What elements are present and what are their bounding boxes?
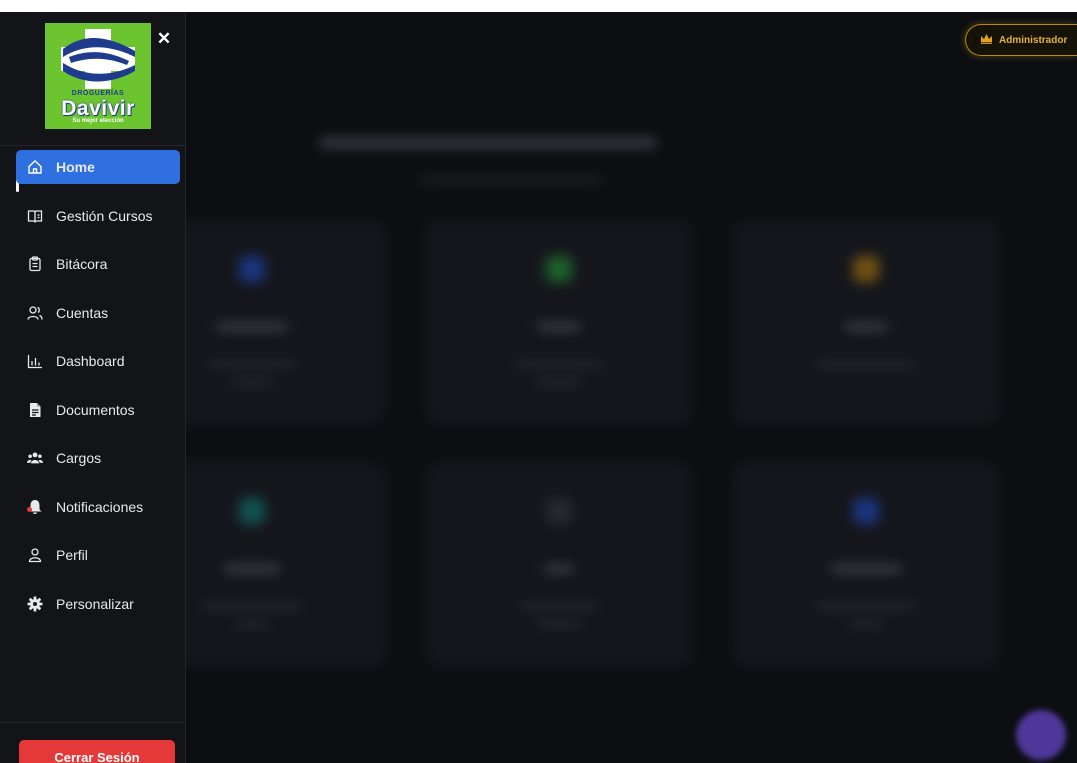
role-badge-label: Administrador xyxy=(999,34,1068,46)
sidebar-item-notificaciones[interactable]: Notificaciones xyxy=(16,490,180,524)
gear-icon xyxy=(27,596,43,612)
sidebar-item-label: Documentos xyxy=(56,401,135,418)
sidebar-item-label: Notificaciones xyxy=(56,498,144,515)
clipboard-icon xyxy=(27,256,43,272)
sidebar-item-documentos[interactable]: Documentos xyxy=(16,393,180,427)
sidebar-item-label: Perfil xyxy=(56,547,88,563)
sidebar-item-bitacora[interactable]: Bitácora xyxy=(16,247,180,281)
sidebar-item-label: Home xyxy=(56,159,95,175)
sidebar-item-gestion-cursos[interactable]: Gestión Cursos xyxy=(16,199,180,233)
module-card: ▬▬▬ ▬▬▬▬▬▬▬▬▬ xyxy=(732,220,1000,425)
sidebar: DROGUERÍAS Davivir Su mejor elección ✕ H… xyxy=(0,12,186,763)
card-desc-blurred: ▬▬▬▬▬▬▬▬▬▬▬▬ xyxy=(816,599,916,629)
card-desc-blurred: ▬▬▬▬▬▬▬▬▬ xyxy=(816,357,916,369)
logo-area: DROGUERÍAS Davivir Su mejor elección ✕ xyxy=(0,12,186,146)
welcome-heading-blurred: ▬▬▬▬▬▬▬▬▬▬▬▬ xyxy=(320,122,656,153)
sidebar-item-label: Gestión Cursos xyxy=(56,207,153,224)
app-screen: ▬▬▬▬▬▬▬▬▬▬▬▬ ▬▬▬▬▬▬▬▬▬▬▬▬▬▬ ▬▬▬▬▬ ▬▬▬▬▬▬… xyxy=(0,0,1077,763)
sidebar-item-label: Bitácora xyxy=(56,256,108,272)
card-title-blurred: ▬▬▬▬▬ xyxy=(831,558,901,574)
card-title-blurred: ▬▬▬ xyxy=(538,316,580,332)
card-icon xyxy=(853,498,879,524)
role-badge[interactable]: Administrador xyxy=(965,24,1077,56)
sidebar-item-personalizar[interactable]: Personalizar xyxy=(16,587,180,621)
logout-button[interactable]: Cerrar Sesión xyxy=(19,740,175,763)
card-icon xyxy=(546,256,572,282)
sidebar-item-label: Cuentas xyxy=(56,304,109,321)
book-icon xyxy=(27,208,43,224)
sidebar-item-home[interactable]: Home xyxy=(16,150,180,184)
card-icon xyxy=(239,498,265,524)
user-icon xyxy=(27,547,43,563)
bar-chart-icon xyxy=(27,353,43,369)
module-card: ▬▬▬▬▬ ▬▬▬▬▬▬▬▬▬▬▬▬ xyxy=(732,462,1000,667)
card-desc-blurred: ▬▬▬▬▬▬▬▬▬▬▬▬ xyxy=(515,357,603,387)
floating-action-button[interactable] xyxy=(1016,710,1066,760)
home-icon xyxy=(27,159,43,175)
brand-logo: DROGUERÍAS Davivir Su mejor elección xyxy=(45,23,151,129)
sidebar-item-dashboard[interactable]: Dashboard xyxy=(16,344,180,378)
card-icon xyxy=(853,256,879,282)
sidebar-item-cargos[interactable]: Cargos xyxy=(16,441,180,475)
module-card: ▬▬▬ ▬▬▬▬▬▬▬▬ ▬▬▬▬ xyxy=(425,220,693,425)
notification-unread-dot xyxy=(27,507,32,512)
sidebar-item-label: Dashboard xyxy=(56,353,125,369)
sidebar-divider xyxy=(0,722,186,723)
cross-logo-icon xyxy=(61,29,135,89)
close-icon[interactable]: ✕ xyxy=(155,30,173,48)
card-icon xyxy=(239,256,265,282)
card-desc-blurred: ▬▬▬▬▬▬▬ ▬▬▬▬ xyxy=(520,599,598,629)
brand-small-text: DROGUERÍAS xyxy=(71,90,125,97)
sidebar-item-cuentas[interactable]: Cuentas xyxy=(16,296,180,330)
group-icon xyxy=(27,450,43,466)
brand-tagline: Su mejor elección xyxy=(72,118,124,124)
crown-icon xyxy=(980,33,993,47)
sidebar-nav: Home Gestión Cursos Bitácora Cuentas Das… xyxy=(0,150,186,635)
sidebar-item-label: Personalizar xyxy=(56,595,134,612)
window-top-strip xyxy=(0,0,1077,12)
card-icon xyxy=(546,498,572,524)
sidebar-item-label: Cargos xyxy=(56,450,102,466)
card-title-blurred: ▬▬ xyxy=(545,558,573,574)
module-card: ▬▬ ▬▬▬▬▬▬▬ ▬▬▬▬ xyxy=(425,462,693,667)
welcome-subtitle-blurred: ▬▬▬▬▬▬▬▬▬▬▬▬▬▬ xyxy=(420,170,602,185)
users-icon xyxy=(27,305,43,321)
document-icon xyxy=(27,402,43,418)
card-title-blurred: ▬▬▬ xyxy=(845,316,887,332)
sidebar-item-perfil[interactable]: Perfil xyxy=(16,538,180,572)
